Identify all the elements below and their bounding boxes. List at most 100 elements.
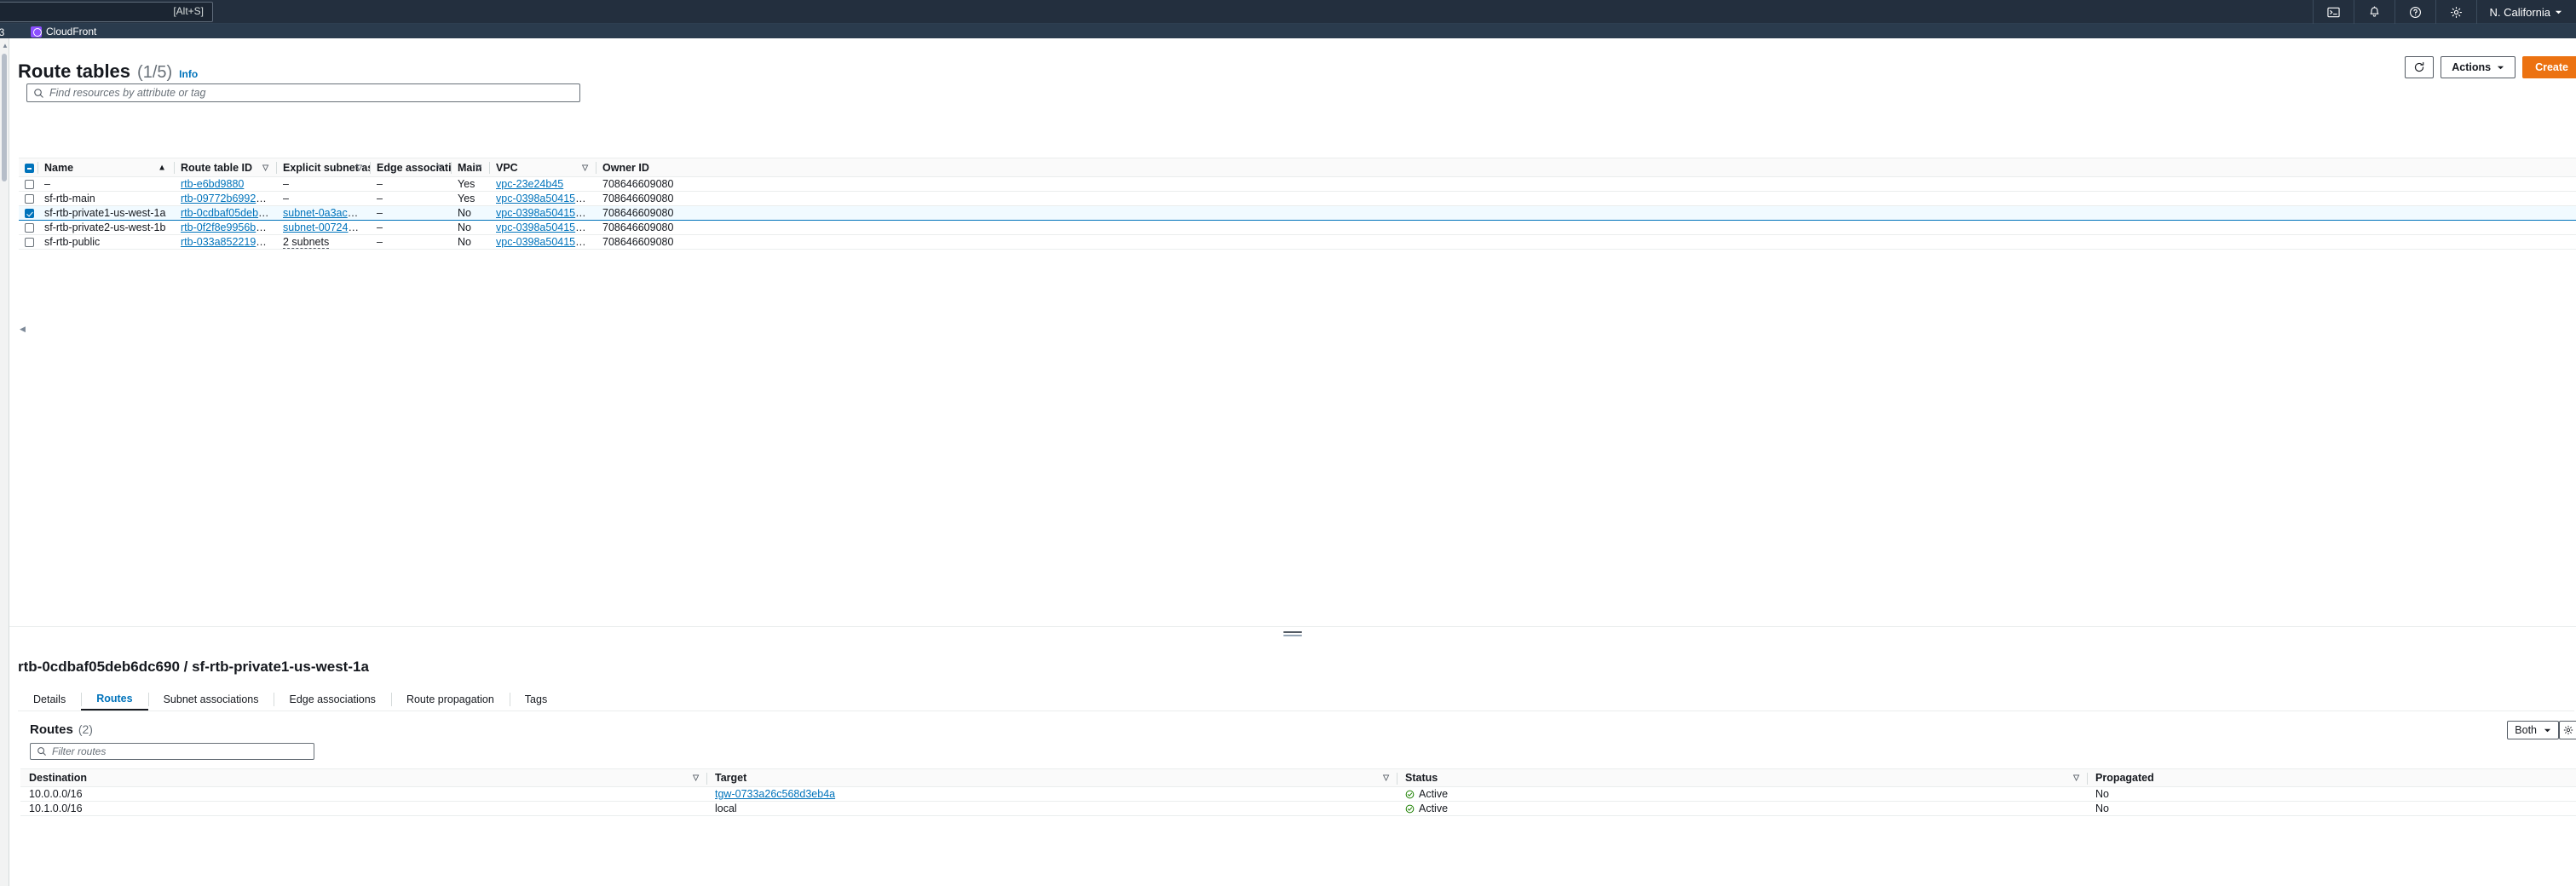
help-circle-icon[interactable]	[2394, 0, 2435, 24]
tab-tags[interactable]: Tags	[509, 688, 562, 711]
column-label-name: Name	[44, 161, 74, 174]
row-vpc-link[interactable]: vpc-0398a5041599f0fdd | sf-vpc	[496, 236, 596, 248]
row-checkbox[interactable]	[25, 209, 34, 219]
row-owner-id-text: 708646609080	[602, 207, 674, 219]
row-checkbox[interactable]	[25, 238, 34, 248]
tab-label: Route propagation	[406, 693, 494, 705]
row-main-text: Yes	[458, 193, 475, 204]
routes-row[interactable]: 10.0.0.0/16 tgw-0733a26c568d3eb4a Active No	[20, 786, 2576, 802]
chevron-down-icon	[2497, 66, 2504, 69]
service-shortcut-cloudfront[interactable]: CloudFront	[31, 26, 96, 37]
column-header-name[interactable]: Name ▲	[37, 158, 174, 177]
cloudshell-icon[interactable]	[2313, 0, 2354, 24]
row-owner-id-text: 708646609080	[602, 236, 674, 248]
row-vpc-link[interactable]: vpc-23e24b45	[496, 178, 563, 190]
detail-tabs: Details Routes Subnet associations Edge ass…	[18, 688, 562, 711]
column-header-main[interactable]: Main ▽	[451, 158, 489, 177]
rail-collapse-arrow[interactable]: ◀	[20, 325, 26, 334]
panel-splitter[interactable]	[9, 626, 2576, 643]
tab-subnet-associations[interactable]: Subnet associations	[147, 688, 274, 711]
row-route-table-id-link[interactable]: rtb-033a852219ca560f6	[181, 236, 276, 248]
refresh-button[interactable]	[2405, 56, 2435, 78]
row-checkbox[interactable]	[25, 223, 34, 233]
row-route-table-id-link[interactable]: rtb-e6bd9880	[181, 178, 244, 190]
table-header-row: Name ▲ Route table ID ▽ Explicit subnet …	[19, 158, 2576, 177]
row-route-table-id-link[interactable]: rtb-0cdbaf05deb6dc690	[181, 207, 276, 219]
route-type-select[interactable]: Both	[2507, 721, 2559, 739]
notifications-bell-icon[interactable]	[2354, 0, 2394, 24]
routes-column-destination[interactable]: Destination ▽	[20, 768, 706, 787]
routes-header: Routes (2)	[30, 722, 93, 737]
routes-column-target[interactable]: Target ▽	[706, 768, 1397, 787]
sort-icon: ▽	[475, 163, 481, 171]
routes-header-row: Destination ▽ Target ▽ Status ▽ Propagat…	[20, 768, 2576, 787]
row-explicit-subnet-link[interactable]: 2 subnets	[283, 236, 330, 249]
row-edge-associations-text: –	[377, 178, 383, 190]
route-target: local	[706, 801, 1397, 816]
row-vpc: vpc-23e24b45	[489, 176, 596, 192]
row-name-text: sf-rtb-public	[44, 236, 101, 248]
table-row[interactable]: sf-rtb-private1-us-west-1a rtb-0cdbaf05de…	[19, 205, 2576, 221]
info-link[interactable]: Info	[179, 68, 198, 80]
table-row[interactable]: sf-rtb-mainrtb-09772b6992e4013c0––Yesvpc…	[19, 191, 2576, 206]
tab-route-propagation[interactable]: Route propagation	[390, 688, 510, 711]
row-owner-id: 708646609080	[596, 176, 2576, 192]
sort-icon: ▽	[1383, 773, 1389, 782]
routes-column-label-status: Status	[1405, 772, 1438, 784]
region-selector[interactable]: N. California	[2476, 0, 2576, 24]
routes-table-body: 10.0.0.0/16 tgw-0733a26c568d3eb4a Active No…	[20, 786, 2576, 816]
column-header-edge-associations[interactable]: Edge associations ▽	[370, 158, 470, 177]
row-checkbox[interactable]	[25, 194, 34, 204]
routes-preferences-button[interactable]	[2559, 721, 2576, 739]
row-route-table-id: rtb-e6bd9880	[174, 176, 276, 192]
tab-routes[interactable]: Routes	[81, 688, 148, 711]
tab-label: Subnet associations	[163, 693, 259, 705]
resource-search-input[interactable]: Find resources by attribute or tag	[26, 83, 580, 102]
rail-scroll-up-arrow[interactable]: ▲	[2, 42, 9, 49]
global-search-input[interactable]: Search [Alt+S]	[0, 2, 213, 22]
service-shortcut-route53[interactable]: 53	[0, 26, 4, 38]
routes-filter-input[interactable]: Filter routes	[30, 743, 314, 760]
row-route-table-id-link[interactable]: rtb-09772b6992e4013c0	[181, 193, 276, 204]
column-header-vpc[interactable]: VPC ▽	[489, 158, 596, 177]
row-explicit-subnet-link[interactable]: subnet-007249dae1d619...	[283, 222, 370, 233]
column-header-explicit-subnet[interactable]: Explicit subnet associ... ▽	[276, 158, 404, 177]
table-row[interactable]: sf-rtb-private2-us-west-1b rtb-0f2f8e9956…	[19, 220, 2576, 235]
table-row[interactable]: sf-rtb-public rtb-033a852219ca560f6 2 subn…	[19, 234, 2576, 250]
row-edge-associations: –	[370, 234, 451, 250]
row-explicit-subnet-link[interactable]: subnet-0a3ac285e53f1f5...	[283, 207, 370, 219]
routes-row[interactable]: 10.1.0.0/16 local Active No	[20, 801, 2576, 816]
column-header-owner-id[interactable]: Owner ID	[596, 158, 2576, 177]
row-edge-associations: –	[370, 191, 451, 206]
row-route-table-id-link[interactable]: rtb-0f2f8e9956b6d85f8	[181, 222, 276, 233]
select-all-checkbox[interactable]	[25, 163, 34, 173]
routes-title: Routes	[30, 722, 73, 737]
tab-details[interactable]: Details	[18, 688, 81, 711]
routes-column-propagated[interactable]: Propagated	[2087, 768, 2576, 787]
row-checkbox[interactable]	[25, 180, 34, 190]
row-edge-associations-text: –	[377, 236, 383, 248]
page-title: Route tables	[18, 60, 131, 82]
row-vpc: vpc-0398a5041599f0fdd | sf-vpc	[489, 234, 596, 250]
routes-column-label-propagated: Propagated	[2095, 772, 2154, 784]
actions-dropdown-button[interactable]: Actions	[2441, 56, 2516, 78]
column-header-route-table-id[interactable]: Route table ID ▽	[174, 158, 276, 177]
splitter-drag-handle[interactable]	[1283, 631, 1302, 637]
row-vpc-link[interactable]: vpc-0398a5041599f0fdd | sf-vpc	[496, 207, 596, 219]
row-vpc: vpc-0398a5041599f0fdd | sf-vpc	[489, 191, 596, 206]
route-target-link[interactable]: tgw-0733a26c568d3eb4a	[715, 788, 835, 800]
rail-scrollbar-thumb[interactable]	[2, 54, 7, 181]
routes-column-status[interactable]: Status ▽	[1397, 768, 2087, 787]
sort-ascending-icon: ▲	[158, 163, 166, 172]
row-owner-id: 708646609080	[596, 220, 2576, 235]
tab-edge-associations[interactable]: Edge associations	[274, 688, 390, 711]
topnav-right-group: N. California	[2313, 0, 2576, 24]
route-type-value: Both	[2515, 724, 2537, 736]
settings-gear-icon[interactable]	[2435, 0, 2476, 24]
table-row[interactable]: – rtb-e6bd9880 – – Yes vpc-23e24b45 7086466090…	[19, 176, 2576, 192]
row-vpc-link[interactable]: vpc-0398a5041599f0fdd | sf-vpc	[496, 193, 596, 204]
create-route-table-button[interactable]: Create	[2522, 56, 2576, 78]
row-vpc-link[interactable]: vpc-0398a5041599f0fdd | sf-vpc	[496, 222, 596, 233]
routes-column-label-target: Target	[715, 772, 747, 784]
row-owner-id-text: 708646609080	[602, 178, 674, 190]
